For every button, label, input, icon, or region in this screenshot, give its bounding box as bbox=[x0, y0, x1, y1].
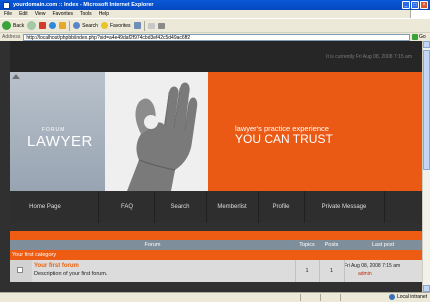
corner-triangle-icon bbox=[12, 74, 20, 79]
back-arrow-icon bbox=[2, 21, 11, 30]
window-controls: _ □ × bbox=[402, 1, 428, 9]
scroll-thumb[interactable] bbox=[423, 50, 430, 170]
hand-ok-illustration bbox=[105, 72, 208, 191]
forum-topics-count: 1 bbox=[305, 268, 309, 274]
logo-panel[interactable]: FORUM LAWYER bbox=[10, 72, 105, 191]
menu-favorites[interactable]: Favorites bbox=[52, 11, 73, 17]
status-divider bbox=[320, 294, 321, 301]
go-arrow-icon bbox=[412, 34, 418, 40]
maximize-button[interactable]: □ bbox=[411, 1, 419, 9]
search-icon bbox=[73, 22, 81, 29]
header-topics: Topics bbox=[299, 242, 315, 248]
mail-icon[interactable] bbox=[147, 22, 155, 29]
windows-logo-icon bbox=[410, 10, 430, 18]
scroll-down-arrow-icon[interactable] bbox=[423, 285, 430, 292]
forum-description: Description of your first forum. bbox=[34, 271, 108, 277]
forum-row: Your first forum Description of your fir… bbox=[10, 260, 422, 282]
favorites-label: Favorites bbox=[109, 22, 131, 29]
last-post-date: Fri Aug 08, 2008 7:15 am bbox=[344, 263, 401, 269]
table-header: Forum Topics Posts Last post bbox=[10, 240, 422, 250]
toolbar-separator bbox=[143, 20, 145, 31]
browser-toolbar: Back Search Favorites bbox=[0, 18, 430, 32]
window-title: yourdomain.com :: Index - Microsoft Inte… bbox=[13, 2, 154, 8]
print-icon[interactable] bbox=[157, 22, 165, 29]
nav-profile[interactable]: Profile bbox=[258, 191, 304, 223]
address-label: Address bbox=[2, 34, 21, 40]
cell-divider bbox=[295, 260, 296, 282]
nav-separator bbox=[384, 191, 385, 223]
hand-ok-image bbox=[105, 72, 208, 191]
tagline-panel: lawyer's practice experience YOU CAN TRU… bbox=[208, 72, 422, 191]
search-button[interactable]: Search bbox=[73, 22, 98, 29]
forum-read-icon bbox=[17, 267, 23, 273]
forum-table: Forum Topics Posts Last post Your first … bbox=[10, 231, 422, 292]
ie-icon bbox=[3, 1, 10, 9]
toolbar-separator bbox=[69, 20, 71, 31]
page-viewport: It is currently Fri Aug 08, 2008 7:15 am… bbox=[0, 41, 430, 292]
current-date: It is currently Fri Aug 08, 2008 7:15 am bbox=[326, 54, 412, 60]
status-bar: Local intranet bbox=[0, 292, 430, 302]
forum-status-cell bbox=[10, 260, 32, 282]
status-divider bbox=[300, 294, 301, 301]
menu-tools[interactable]: Tools bbox=[80, 11, 92, 17]
nav-search[interactable]: Search bbox=[154, 191, 206, 223]
home-icon[interactable] bbox=[59, 22, 67, 29]
nav-faq[interactable]: FAQ bbox=[100, 191, 154, 223]
forward-arrow-icon bbox=[27, 21, 37, 30]
favorites-button[interactable]: Favorites bbox=[100, 22, 131, 29]
menu-file[interactable]: File bbox=[4, 11, 12, 17]
go-button[interactable]: Go bbox=[412, 34, 428, 40]
nav-private-message[interactable]: Private Message bbox=[304, 191, 384, 223]
logo-main: LAWYER bbox=[27, 133, 93, 150]
forward-button[interactable] bbox=[27, 21, 37, 30]
nav-home-page[interactable]: Home Page bbox=[10, 191, 80, 223]
go-label: Go bbox=[419, 34, 426, 40]
star-icon bbox=[100, 22, 108, 29]
vertical-scrollbar[interactable] bbox=[422, 41, 430, 292]
header-last-post: Last post bbox=[371, 242, 395, 248]
main-nav: Home Page FAQ Search Memberlist Profile … bbox=[10, 191, 422, 223]
menu-bar: File Edit View Favorites Tools Help bbox=[0, 10, 430, 18]
back-button[interactable]: Back bbox=[2, 21, 24, 30]
cell-divider bbox=[319, 260, 320, 282]
intranet-globe-icon bbox=[388, 294, 395, 300]
menu-edit[interactable]: Edit bbox=[19, 11, 28, 17]
menu-help[interactable]: Help bbox=[99, 11, 109, 17]
site-banner: FORUM LAWYER lawyer's practice experienc… bbox=[10, 72, 422, 191]
header-forum: Forum bbox=[144, 242, 161, 248]
scroll-up-arrow-icon[interactable] bbox=[423, 41, 430, 48]
category-row[interactable]: Your first category bbox=[10, 250, 422, 260]
menu-view[interactable]: View bbox=[35, 11, 46, 17]
refresh-icon[interactable] bbox=[49, 22, 57, 29]
nav-memberlist[interactable]: Memberlist bbox=[206, 191, 258, 223]
table-top-bar bbox=[10, 231, 422, 240]
security-zone: Local intranet bbox=[388, 294, 427, 300]
close-button[interactable]: × bbox=[420, 1, 428, 9]
back-label: Back bbox=[13, 22, 25, 29]
zone-label: Local intranet bbox=[396, 294, 427, 300]
media-icon[interactable] bbox=[133, 22, 141, 29]
address-bar: Address http://localhost/phpbb/index.php… bbox=[0, 32, 430, 41]
nav-separator bbox=[98, 191, 99, 223]
stop-icon[interactable] bbox=[39, 22, 47, 29]
search-label: Search bbox=[82, 22, 98, 29]
forum-posts-count: 1 bbox=[329, 268, 334, 274]
cell-divider bbox=[344, 260, 345, 282]
address-input[interactable]: http://localhost/phpbb/index.php?sid=a4e… bbox=[23, 33, 410, 41]
status-divider bbox=[340, 294, 341, 301]
window-titlebar: yourdomain.com :: Index - Microsoft Inte… bbox=[0, 0, 430, 10]
last-post-user-link[interactable]: admin bbox=[358, 271, 372, 277]
site-header: It is currently Fri Aug 08, 2008 7:15 am bbox=[10, 41, 422, 72]
tagline-line2: YOU CAN TRUST bbox=[235, 132, 333, 146]
header-posts: Posts bbox=[324, 242, 339, 248]
minimize-button[interactable]: _ bbox=[402, 1, 410, 9]
forum-title-link[interactable]: Your first forum bbox=[34, 263, 79, 269]
